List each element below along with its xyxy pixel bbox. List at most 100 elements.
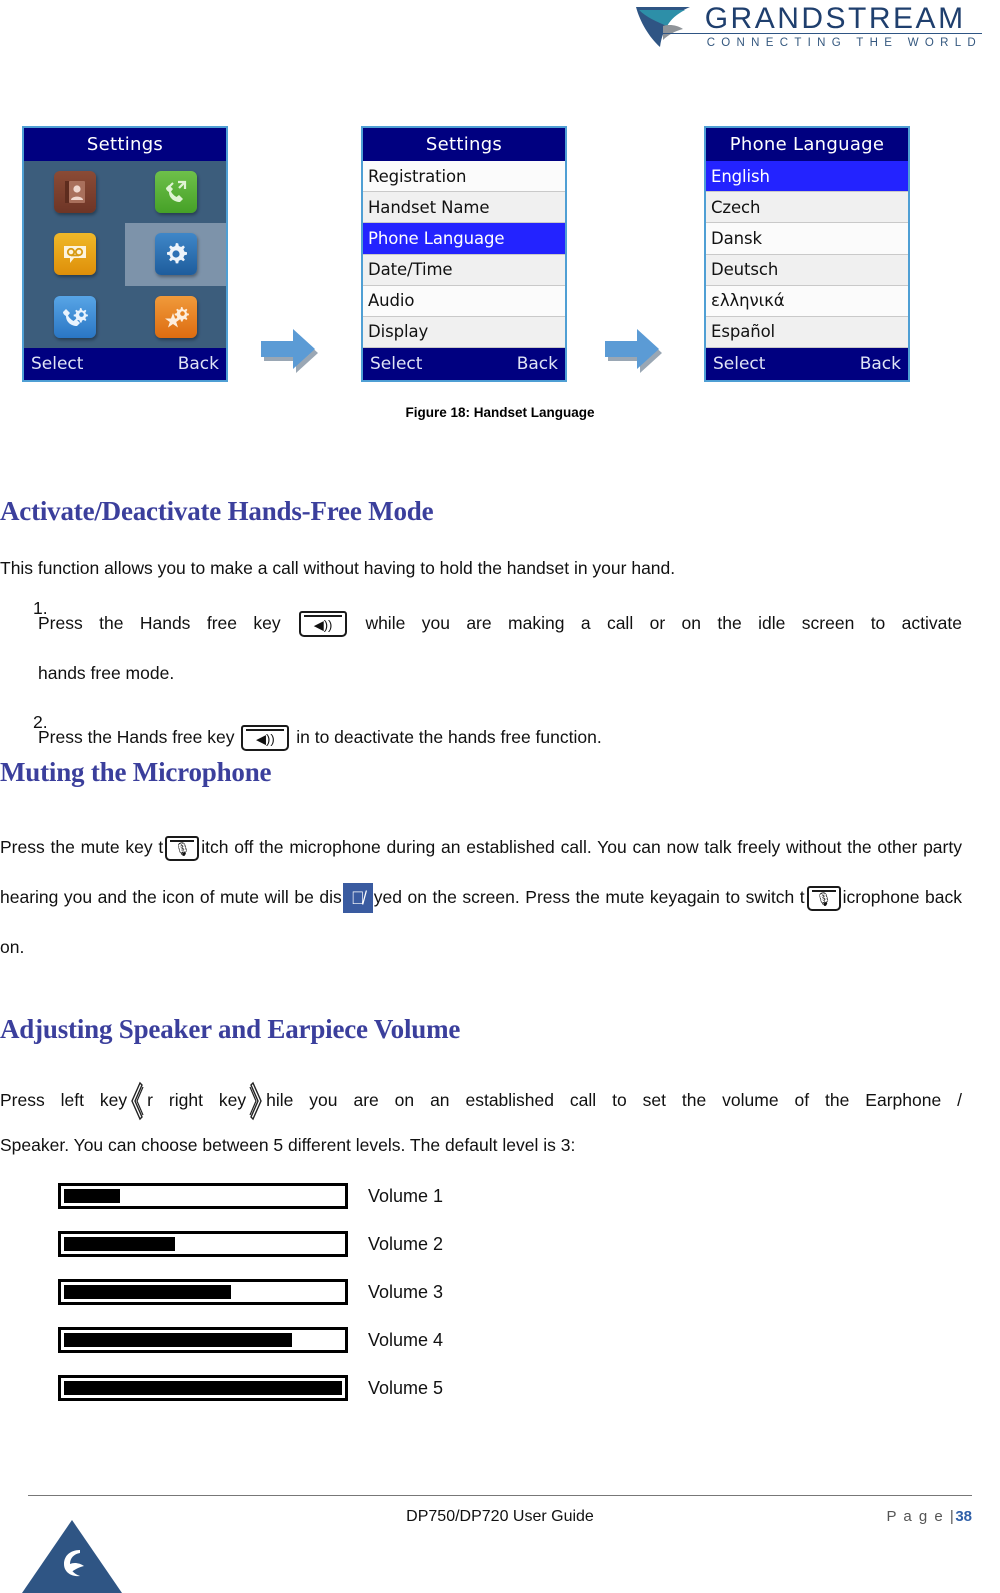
grid-cell-voicemail[interactable]	[24, 223, 125, 285]
contacts-icon	[53, 171, 96, 214]
advanced-settings-icon	[154, 295, 197, 338]
brand-tagline: CONNECTING THE WORLD	[706, 37, 982, 50]
screen-title: Settings	[363, 128, 565, 161]
list-item[interactable]: Español	[706, 316, 908, 349]
heading-adjusting-speaker-and-earpiece-volume: Adjusting Speaker and Earpiece Volume	[0, 1014, 461, 1044]
mute-text-part2: itch off the microphone during an establ…	[201, 837, 842, 857]
volume-label: Volume 5	[368, 1377, 444, 1398]
settings-gear-icon	[154, 233, 197, 276]
list-item: 1. Press the Hands free key ◀)) while yo…	[0, 598, 962, 698]
list-item[interactable]: Audio	[363, 285, 565, 317]
grid-cell-call-history[interactable]	[125, 161, 226, 223]
softkey-select[interactable]: Select	[370, 354, 422, 374]
list-item-selected[interactable]: English	[706, 161, 908, 193]
handsfree-intro-text: This function allows you to make a call …	[0, 558, 676, 578]
list-item: Volume 1	[0, 1172, 1000, 1220]
volume-bar	[58, 1279, 348, 1305]
volume-bar-fill	[64, 1381, 342, 1395]
grandstream-triangle-logo-icon	[22, 1520, 122, 1593]
volume-label: Volume 4	[368, 1329, 444, 1350]
header-divider	[652, 33, 982, 34]
mute-paragraph: Press the mute key t 🎙 itch off the microp…	[0, 822, 962, 972]
softkey-select[interactable]: Select	[31, 354, 83, 374]
right-nav-key-icon	[247, 1081, 265, 1121]
volume-bar	[58, 1327, 348, 1353]
screen-softkeys: Select Back	[24, 348, 226, 380]
volume-bar	[58, 1231, 348, 1257]
mute-indicator-icon: 🎙̸	[342, 883, 373, 914]
grandstream-logo-icon	[635, 7, 690, 47]
volume-bar-fill	[64, 1285, 231, 1299]
footer-divider	[28, 1495, 972, 1496]
step-number: 1.	[33, 598, 48, 618]
volume-bar-fill	[64, 1237, 176, 1251]
screen-softkeys: Select Back	[706, 348, 908, 380]
volume-text-part2: r right key	[147, 1090, 247, 1110]
mute-text-part1: Press the mute key t	[0, 837, 164, 857]
volume-label: Volume 2	[368, 1233, 444, 1254]
left-nav-key-icon	[128, 1081, 146, 1121]
grandstream-logo: GRANDSTREAM CONNECTING THE WORLD	[633, 4, 982, 50]
speaker-key-icon: ◀))	[299, 611, 348, 638]
language-menu-list: English Czech Dansk Deutsch ελληνικά Esp…	[706, 161, 908, 349]
list-item: 2. Press the Hands free key ◀)) in to de…	[0, 712, 962, 762]
list-item[interactable]: Date/Time	[363, 254, 565, 286]
mute-key-icon: 🎙	[806, 885, 841, 911]
list-item[interactable]: ελληνικά	[706, 285, 908, 317]
grid-cell-advanced-settings[interactable]	[125, 286, 226, 348]
volume-text-part1: Press left key	[0, 1090, 128, 1110]
softkey-back[interactable]: Back	[860, 354, 901, 374]
right-arrow-icon	[605, 329, 662, 373]
voicemail-icon	[53, 233, 96, 276]
heading-muting-the-microphone: Muting the Microphone	[0, 757, 272, 787]
volume-text-part4: Speaker. You can choose between 5 differ…	[0, 1135, 576, 1155]
handset-screen-settings-grid: Settings Select Back	[22, 126, 228, 382]
figure-caption: Figure 18: Handset Language	[405, 405, 595, 420]
screen-title: Phone Language	[706, 128, 908, 161]
grid-cell-contacts[interactable]	[24, 161, 125, 223]
list-item[interactable]: Display	[363, 316, 565, 349]
list-item: Volume 4	[0, 1316, 1000, 1364]
step-text: Press the Hands free key ◀)) while you a…	[38, 598, 962, 698]
list-item[interactable]: Registration	[363, 161, 565, 193]
mute-text-part5: to switch t	[725, 887, 805, 907]
page-label: P a g e |	[886, 1508, 956, 1525]
softkey-back[interactable]: Back	[178, 354, 219, 374]
page-number: 38	[955, 1508, 972, 1525]
handset-screen-phone-language: Phone Language English Czech Dansk Deuts…	[704, 126, 910, 382]
step-text-before: Press the Hands free key	[38, 613, 281, 633]
volume-label: Volume 3	[368, 1281, 444, 1302]
softkey-select[interactable]: Select	[713, 354, 765, 374]
page-header: GRANDSTREAM CONNECTING THE WORLD	[0, 0, 1000, 62]
grid-cell-call-settings[interactable]	[24, 286, 125, 348]
step-number: 2.	[33, 712, 48, 732]
step-text: Press the Hands free key ◀)) in to deact…	[38, 712, 962, 762]
mute-text-part4: yed on the screen. Press the mute keyaga…	[373, 887, 720, 907]
volume-label: Volume 1	[368, 1185, 444, 1206]
step-text-after: while you are making a call or on the id…	[365, 613, 962, 633]
speaker-key-icon: ◀))	[241, 725, 290, 752]
list-item: Volume 2	[0, 1220, 1000, 1268]
softkey-back[interactable]: Back	[517, 354, 558, 374]
heading-activate-deactivate-hands-free-mode: Activate/Deactivate Hands-Free Mode	[0, 496, 434, 526]
step-text-before: Press the Hands free key	[38, 727, 235, 747]
grid-cell-settings[interactable]	[125, 223, 226, 286]
volume-bar	[58, 1183, 348, 1209]
list-item[interactable]: Deutsch	[706, 254, 908, 286]
footer-page-indicator: P a g e |38	[886, 1508, 972, 1525]
list-item[interactable]: Dansk	[706, 223, 908, 255]
handset-screen-settings-list: Settings Registration Handset Name Phone…	[361, 126, 567, 382]
volume-bar	[58, 1375, 348, 1401]
handsfree-steps-list: 1. Press the Hands free key ◀)) while yo…	[0, 598, 962, 776]
settings-menu-list: Registration Handset Name Phone Language…	[363, 161, 565, 349]
volume-bar-fill	[64, 1333, 292, 1347]
settings-icon-grid	[24, 161, 226, 348]
list-item[interactable]: Handset Name	[363, 192, 565, 224]
volume-text-part3: hile you are on an established call to s…	[266, 1090, 962, 1110]
call-history-icon	[154, 171, 197, 214]
call-settings-icon	[53, 295, 96, 338]
list-item[interactable]: Czech	[706, 192, 908, 224]
figure-screens: Settings Select Back Settings Registrati…	[0, 126, 1000, 386]
list-item-selected[interactable]: Phone Language	[363, 223, 565, 255]
mute-key-icon: 🎙	[165, 835, 200, 861]
